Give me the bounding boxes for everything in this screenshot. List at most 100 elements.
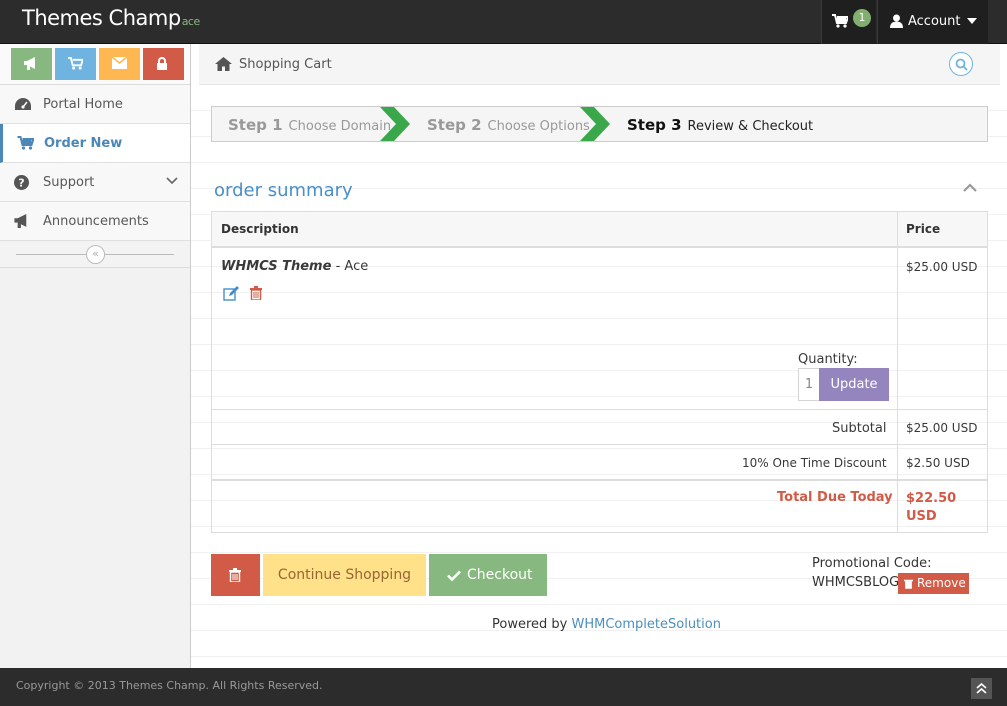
promo-code-value: WHMCSBLOG xyxy=(812,575,900,590)
shortcut-announcements[interactable] xyxy=(11,48,52,80)
main-content: Step 1 Choose Domain Step 2 Choose Options… xyxy=(191,85,1007,668)
search-icon xyxy=(955,58,968,71)
discount-value: $2.50 USD xyxy=(906,456,970,470)
sidebar-item-support[interactable]: ? Support xyxy=(0,163,190,202)
scroll-to-top-button[interactable] xyxy=(971,678,992,699)
shortcut-messages[interactable] xyxy=(99,48,140,80)
order-summary-title: order summary xyxy=(214,180,353,201)
product-name: Ace xyxy=(344,259,369,274)
account-label: Account xyxy=(908,14,961,29)
step-number: Step 1 xyxy=(228,116,283,134)
whmcs-link[interactable]: WHMCompleteSolution xyxy=(572,617,721,632)
shortcut-order[interactable] xyxy=(55,48,96,80)
product-group: WHMCS Theme xyxy=(221,259,332,274)
sidebar-item-label: Order New xyxy=(44,136,123,151)
cart-count-badge: 1 xyxy=(853,9,871,27)
step-name: Choose Options xyxy=(487,119,590,134)
brand-sub: ace xyxy=(181,15,201,28)
home-icon[interactable] xyxy=(215,57,232,71)
sidebar-item-announcements[interactable]: Announcements xyxy=(0,202,190,241)
step-name: Choose Domain xyxy=(288,119,392,134)
powered-by-text: Powered by xyxy=(492,617,568,632)
brand-logo[interactable]: Themes Champace xyxy=(22,6,200,30)
step-number: Step 3 xyxy=(627,116,682,134)
step-arrow-icon xyxy=(580,107,610,141)
svg-text:?: ? xyxy=(18,177,24,190)
step-name: Review & Checkout xyxy=(687,119,814,134)
quantity-input[interactable]: 1 xyxy=(798,368,820,401)
trash-icon xyxy=(229,568,241,582)
footer: Copyright © 2013 Themes Champ. All Right… xyxy=(0,668,1007,706)
question-circle-icon: ? xyxy=(14,175,29,190)
step-2: Step 2 Choose Options xyxy=(427,116,590,134)
step-3: Step 3 Review & Checkout xyxy=(627,116,813,134)
lock-icon xyxy=(157,57,167,70)
column-description: Description xyxy=(221,222,299,236)
bullhorn-icon xyxy=(24,57,35,70)
collapse-sidebar-button[interactable]: « xyxy=(86,245,105,264)
step-number: Step 2 xyxy=(427,116,482,134)
promo-code-label: Promotional Code: xyxy=(812,556,932,571)
double-chevron-up-icon xyxy=(976,683,987,694)
sidebar-collapse-bar: « xyxy=(0,241,190,268)
subtotal-value: $25.00 USD xyxy=(906,421,978,435)
bullhorn-icon xyxy=(14,214,27,228)
check-icon xyxy=(447,570,461,581)
cart-table: Description Price WHMCS Theme - Ace $25.… xyxy=(211,211,988,533)
cart-item-name: WHMCS Theme - Ace xyxy=(221,259,369,274)
search-button[interactable] xyxy=(949,52,973,76)
user-icon xyxy=(890,14,903,28)
update-button[interactable]: Update xyxy=(819,368,889,401)
sidebar-item-label: Support xyxy=(43,175,95,190)
cart-icon xyxy=(17,136,34,150)
breadcrumb: Shopping Cart xyxy=(199,44,1000,85)
total-currency: USD xyxy=(906,509,937,524)
edit-icon[interactable] xyxy=(223,286,240,301)
empty-cart-button[interactable] xyxy=(211,554,260,596)
chevron-up-icon[interactable] xyxy=(963,183,977,192)
cart-table-header: Description Price xyxy=(212,212,987,248)
total-due-label: Total Due Today xyxy=(777,490,893,505)
caret-down-icon xyxy=(967,18,977,24)
total-amount: $22.50 xyxy=(906,491,957,506)
brand-name: Themes Champ xyxy=(22,6,181,30)
account-menu[interactable]: Account xyxy=(877,0,988,44)
envelope-icon xyxy=(112,57,127,69)
row-divider xyxy=(212,444,987,445)
cart-icon xyxy=(68,57,83,70)
remove-promo-button[interactable]: Remove xyxy=(898,573,969,594)
step-arrow-icon xyxy=(380,107,410,141)
remove-label: Remove xyxy=(917,576,966,590)
cart-icon xyxy=(832,14,848,28)
column-divider xyxy=(897,212,898,532)
powered-by: Powered by WHMCompleteSolution xyxy=(492,617,721,632)
total-due-value: $22.50 USD xyxy=(906,490,956,526)
checkout-label: Checkout xyxy=(467,567,533,583)
trash-icon xyxy=(904,579,913,589)
subtotal-label: Subtotal xyxy=(832,421,887,436)
nav-cart-button[interactable]: 1 xyxy=(821,0,876,44)
step-1: Step 1 Choose Domain xyxy=(228,116,391,134)
row-divider xyxy=(212,409,987,410)
trash-icon[interactable] xyxy=(250,286,262,300)
sidebar-shortcuts xyxy=(0,44,190,85)
sidebar-item-label: Portal Home xyxy=(43,97,123,112)
sidebar-item-order-new[interactable]: Order New xyxy=(0,124,190,163)
breadcrumb-current: Shopping Cart xyxy=(239,57,332,72)
discount-label: 10% One Time Discount xyxy=(742,456,887,470)
column-price: Price xyxy=(906,222,941,236)
chevron-down-icon xyxy=(166,177,178,185)
row-divider xyxy=(212,479,987,481)
cart-item-price: $25.00 USD xyxy=(906,260,978,274)
dashboard-icon xyxy=(15,98,31,110)
copyright: Copyright © 2013 Themes Champ. All Right… xyxy=(16,679,323,692)
sidebar-item-portal-home[interactable]: Portal Home xyxy=(0,85,190,124)
sidebar: Portal Home Order New ? Support Announce… xyxy=(0,44,191,668)
quantity-label: Quantity: xyxy=(798,352,858,367)
shortcut-logout[interactable] xyxy=(143,48,184,80)
checkout-steps: Step 1 Choose Domain Step 2 Choose Options… xyxy=(211,106,988,142)
sidebar-item-label: Announcements xyxy=(43,214,149,229)
checkout-button[interactable]: Checkout xyxy=(429,554,547,596)
top-navbar: Themes Champace 1 Account xyxy=(0,0,1007,44)
continue-shopping-button[interactable]: Continue Shopping xyxy=(263,554,426,596)
